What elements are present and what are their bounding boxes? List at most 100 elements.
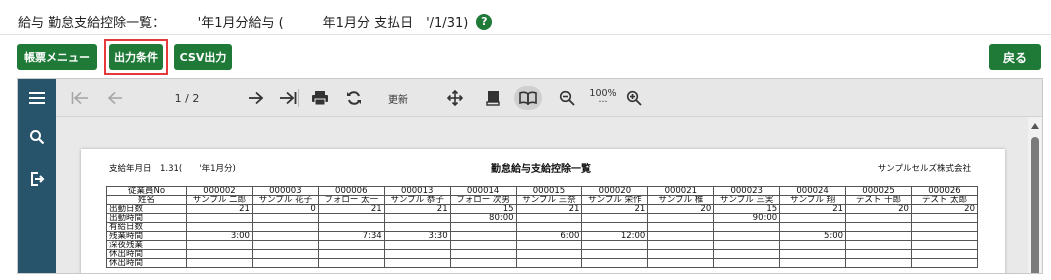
table-cell <box>910 231 979 241</box>
row-label: 従業員No <box>106 186 187 196</box>
output-conditions-button[interactable]: 出力条件 <box>109 44 163 70</box>
refresh-label[interactable]: 更新 <box>384 86 412 110</box>
table-cell <box>779 249 847 259</box>
table-cell <box>449 249 517 259</box>
table-cell <box>581 213 649 223</box>
hamburger-menu-icon[interactable] <box>25 86 49 110</box>
previous-page-icon[interactable] <box>104 86 126 110</box>
table-cell <box>186 240 253 250</box>
table-cell <box>910 240 979 250</box>
report-viewer: 1 / 2 更新 100% ··· 支給年月日 1.31('年1月分) 勤怠給… <box>17 78 1043 274</box>
table-cell <box>251 222 319 232</box>
table-cell <box>251 249 319 259</box>
last-page-icon[interactable] <box>276 86 300 110</box>
table-cell <box>845 258 912 268</box>
table-cell: 20 <box>647 204 715 214</box>
table-cell: 21 <box>317 204 385 214</box>
first-page-icon[interactable] <box>68 86 92 110</box>
scroll-up-icon[interactable] <box>1031 123 1039 129</box>
table-cell <box>317 249 385 259</box>
zoom-level[interactable]: 100% ··· <box>587 86 619 110</box>
table-cell <box>910 258 979 268</box>
table-cell: 000014 <box>449 186 517 196</box>
report-canvas: 支給年月日 1.31( '年1月分) 勤怠給与支給控除一覧 サンプルセルズ株式会… <box>56 117 1028 273</box>
search-icon[interactable] <box>25 125 49 149</box>
table-cell: 000025 <box>845 186 912 196</box>
table-cell <box>581 222 649 232</box>
table-cell <box>449 258 517 268</box>
table-cell <box>845 249 912 259</box>
move-icon[interactable] <box>443 86 467 110</box>
table-cell: 12:00 <box>581 231 649 241</box>
question-circle-icon[interactable]: ? <box>476 13 493 30</box>
refresh-icon[interactable] <box>342 86 366 110</box>
report-company: サンプルセルズ株式会社 <box>877 164 971 174</box>
table-cell <box>383 240 451 250</box>
table-cell: サンプル 栄作 <box>581 195 649 205</box>
table-cell <box>317 258 385 268</box>
table-cell <box>910 222 979 232</box>
table-row: 従業員No 000002 000003 000006 000013 000014 00001… <box>106 186 979 196</box>
table-cell: 000020 <box>581 186 649 196</box>
table-cell <box>581 240 649 250</box>
table-cell: 000026 <box>910 186 979 196</box>
report-title: 勤怠給与支給控除一覧 <box>491 164 591 175</box>
table-cell: フォロー 太一 <box>317 195 385 205</box>
table-cell <box>515 222 583 232</box>
vertical-scrollbar[interactable] <box>1028 117 1042 273</box>
table-cell <box>647 231 715 241</box>
table-cell <box>910 249 979 259</box>
table-cell <box>647 222 715 232</box>
page-view-icon[interactable] <box>481 86 505 110</box>
table-cell: 5:00 <box>779 231 847 241</box>
table-cell <box>449 222 517 232</box>
table-cell: 000021 <box>647 186 715 196</box>
table-cell <box>383 249 451 259</box>
report-pay-date: 支給年月日 1.31( '年1月分) <box>109 164 236 174</box>
table-cell: 21 <box>581 204 649 214</box>
table-cell <box>779 258 847 268</box>
table-cell: 000006 <box>317 186 385 196</box>
table-cell: 000024 <box>779 186 847 196</box>
table-cell <box>713 222 781 232</box>
table-cell <box>779 213 847 223</box>
table-cell: 000003 <box>251 186 319 196</box>
scroll-thumb[interactable] <box>1031 137 1039 273</box>
table-cell: 21 <box>383 204 451 214</box>
zoom-in-icon[interactable] <box>622 86 646 110</box>
next-page-icon[interactable] <box>245 86 267 110</box>
table-row: 出勤日数 21 0 21 21 15 21 21 20 15 21 20 20 <box>106 204 979 214</box>
table-cell <box>713 249 781 259</box>
report-menu-button[interactable]: 帳票メニュー <box>17 44 97 70</box>
table-cell: フォロー 次男 <box>449 195 517 205</box>
table-cell <box>186 213 253 223</box>
table-row: 有給日数 <box>106 222 979 232</box>
table-row: 深夜残業 <box>106 240 979 250</box>
table-cell <box>383 213 451 223</box>
table-cell <box>186 222 253 232</box>
table-cell <box>779 240 847 250</box>
export-icon[interactable] <box>25 167 49 191</box>
book-view-icon[interactable] <box>514 86 542 110</box>
zoom-out-icon[interactable] <box>555 86 579 110</box>
table-cell <box>515 213 583 223</box>
table-row: 休出時間 <box>106 249 979 259</box>
zoom-more: ··· <box>598 97 608 108</box>
back-button[interactable]: 戻る <box>989 44 1041 70</box>
table-cell <box>713 240 781 250</box>
table-cell: サンプル 恭子 <box>383 195 451 205</box>
row-label: 深夜残業 <box>106 240 187 250</box>
table-cell: 000002 <box>186 186 253 196</box>
table-cell <box>515 240 583 250</box>
table-cell <box>647 258 715 268</box>
csv-output-button[interactable]: CSV出力 <box>174 44 232 70</box>
table-cell <box>251 213 319 223</box>
print-icon[interactable] <box>308 86 332 110</box>
table-cell <box>383 258 451 268</box>
table-cell <box>581 258 649 268</box>
row-label: 出勤日数 <box>106 204 187 214</box>
page-title-text: 給与 勤怠支給控除一覧： '年1月分給与 ( 年1月分 支払日 '/1/31) <box>18 16 469 31</box>
table-cell <box>186 258 253 268</box>
table-cell: 21 <box>186 204 253 214</box>
table-cell <box>647 213 715 223</box>
